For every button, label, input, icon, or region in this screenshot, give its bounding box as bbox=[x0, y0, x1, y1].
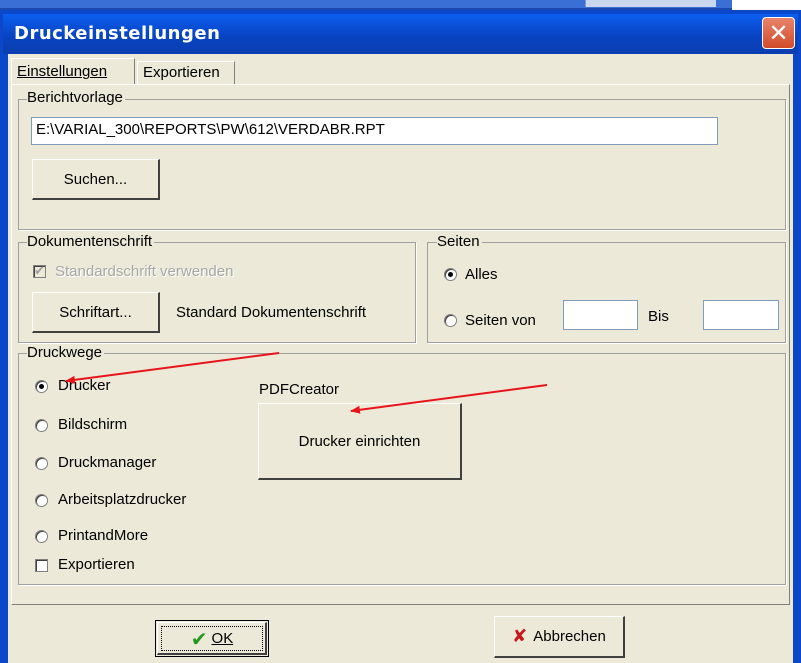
radio-selected-dot bbox=[448, 272, 453, 277]
printer-setup-button-label: Drucker einrichten bbox=[298, 432, 421, 450]
background-window-titlebar bbox=[0, 0, 732, 10]
cancel-button[interactable]: ✘ Abbrechen bbox=[494, 616, 625, 658]
route-bildschirm-label: Bildschirm bbox=[58, 416, 128, 433]
group-legend: Druckwege bbox=[27, 344, 105, 361]
window-title: Druckeinstellungen bbox=[14, 23, 221, 44]
pages-range-radio[interactable] bbox=[444, 314, 457, 327]
printer-name-text: PDFCreator bbox=[259, 381, 340, 398]
tab-label: Einstellungen bbox=[17, 63, 108, 80]
route-bildschirm-radio[interactable] bbox=[35, 419, 48, 432]
font-name-text: Standard Dokumentenschrift bbox=[176, 304, 367, 321]
pages-to-label: Bis bbox=[648, 308, 669, 325]
check-mark-icon: ✔ bbox=[34, 263, 45, 278]
cancel-x-icon: ✘ bbox=[512, 626, 528, 647]
route-arbeitsplatzdrucker-label: Arbeitsplatzdrucker bbox=[58, 491, 187, 508]
ok-button-content: ✔ OK bbox=[156, 621, 268, 656]
export-checkbox[interactable] bbox=[35, 559, 48, 572]
tab-einstellungen[interactable]: Einstellungen bbox=[11, 58, 135, 85]
font-button[interactable]: Schriftart... bbox=[32, 292, 160, 333]
search-button-label: Suchen... bbox=[63, 170, 128, 188]
export-label: Exportieren bbox=[58, 556, 135, 573]
font-button-label: Schriftart... bbox=[59, 303, 132, 321]
tab-label: Exportieren bbox=[143, 64, 220, 81]
group-legend: Seiten bbox=[437, 233, 482, 250]
route-printandmore-radio[interactable] bbox=[35, 530, 48, 543]
route-drucker-radio[interactable] bbox=[35, 380, 48, 393]
pages-from-input[interactable] bbox=[563, 300, 638, 330]
cancel-label: Abbrechen bbox=[533, 628, 606, 645]
ok-button[interactable]: ✔ OK bbox=[155, 620, 269, 657]
report-path-input[interactable]: E:\VARIAL_300\REPORTS\PW\612\VERDABR.RPT bbox=[31, 117, 718, 145]
close-button[interactable]: ✕ bbox=[762, 17, 795, 49]
pages-range-label: Seiten von bbox=[465, 312, 536, 329]
route-arbeitsplatzdrucker-radio[interactable] bbox=[35, 494, 48, 507]
pages-all-label: Alles bbox=[465, 266, 498, 283]
pages-to-input[interactable] bbox=[703, 300, 779, 330]
pages-all-radio[interactable] bbox=[444, 268, 457, 281]
route-druckmanager-radio[interactable] bbox=[35, 457, 48, 470]
route-druckmanager-label: Druckmanager bbox=[58, 454, 157, 471]
standard-font-label: Standardschrift verwenden bbox=[55, 263, 234, 280]
check-icon: ✔ bbox=[190, 626, 208, 651]
search-button[interactable]: Suchen... bbox=[32, 159, 160, 200]
tab-exportieren[interactable]: Exportieren bbox=[137, 61, 235, 85]
printer-setup-button[interactable]: Drucker einrichten bbox=[258, 403, 462, 480]
background-scrollbar bbox=[585, 0, 716, 7]
route-drucker-label: Drucker bbox=[58, 377, 111, 394]
group-legend: Berichtvorlage bbox=[27, 89, 125, 106]
group-legend: Dokumentenschrift bbox=[27, 233, 155, 250]
standard-font-checkbox[interactable]: ✔ bbox=[33, 263, 46, 278]
route-printandmore-label: PrintandMore bbox=[58, 527, 149, 544]
ok-label: OK bbox=[211, 630, 234, 647]
close-icon: ✕ bbox=[768, 19, 789, 47]
radio-selected-dot bbox=[39, 384, 44, 389]
